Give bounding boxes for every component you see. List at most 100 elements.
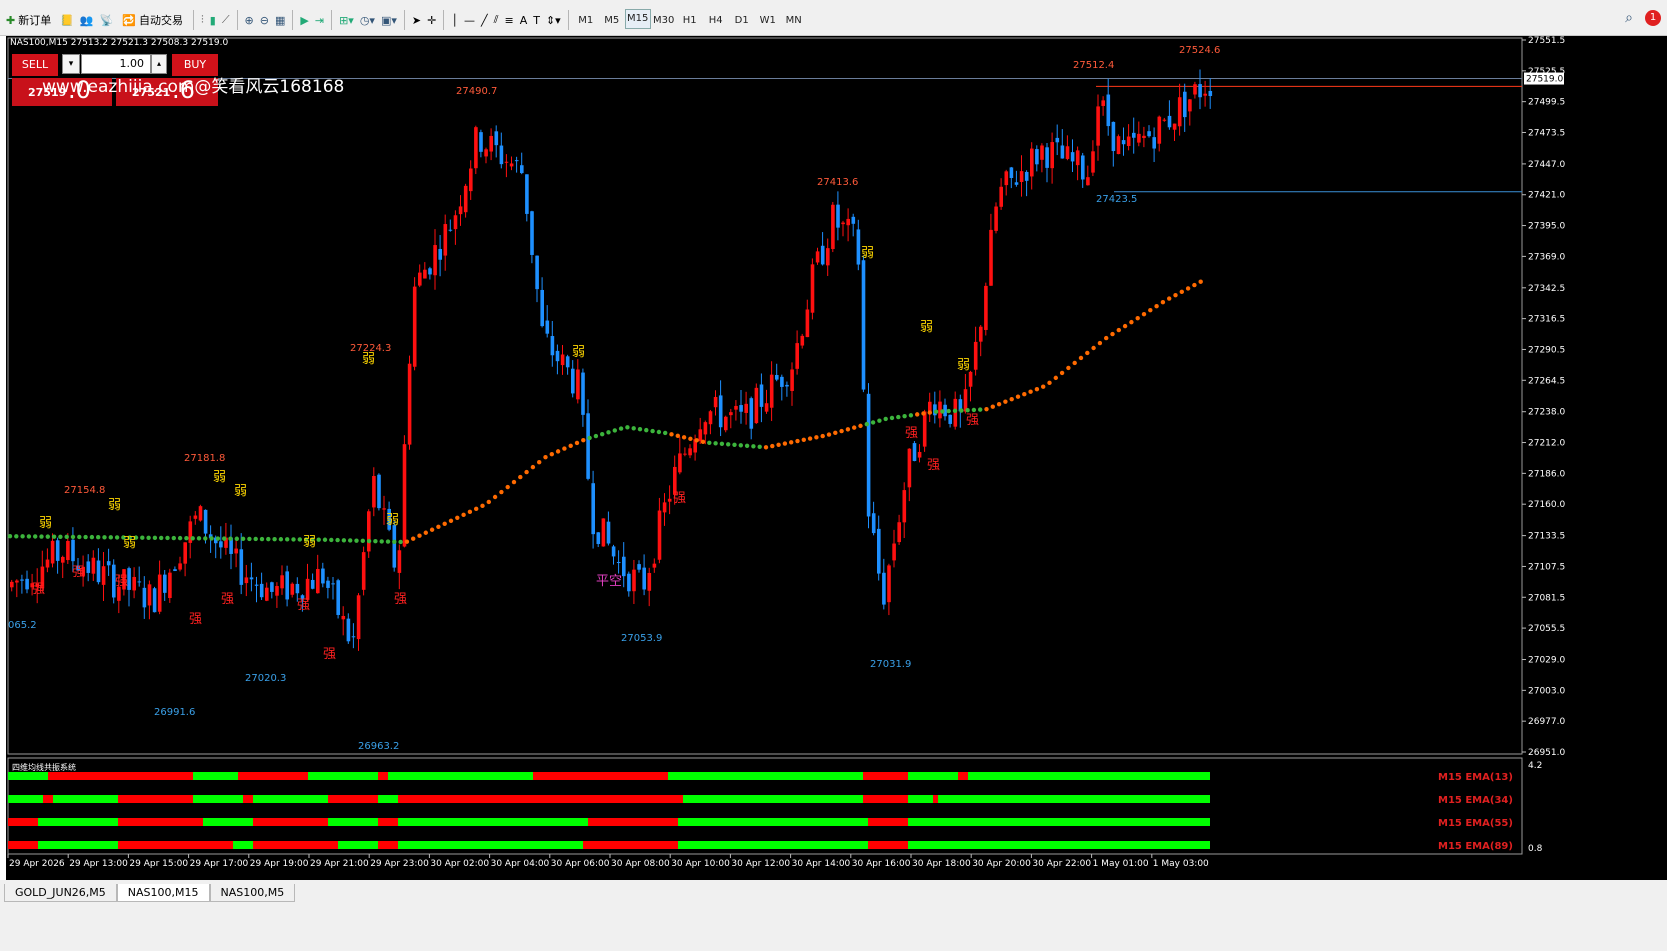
tab-nas100-m5[interactable]: NAS100,M5 — [209, 884, 296, 902]
time-tick-label: 30 Apr 06:00 — [551, 859, 610, 869]
tf-w1[interactable]: W1 — [755, 9, 781, 31]
zoom-in-icon[interactable]: ⊕ — [242, 9, 257, 31]
ema-dot — [184, 535, 189, 541]
tf-m15[interactable]: M15 — [624, 9, 651, 29]
tile-windows-icon[interactable]: ▦ — [272, 9, 288, 31]
candle-body — [397, 550, 402, 573]
tf-m30[interactable]: M30 — [651, 9, 677, 31]
fibonacci-icon[interactable]: ≡ — [501, 9, 516, 31]
candle-body — [647, 572, 652, 591]
bar-chart-icon[interactable]: ⫶ — [198, 9, 207, 31]
auto-trading-button[interactable]: 🔁 自动交易 — [116, 9, 189, 31]
notifications-icon[interactable]: 1 — [1645, 10, 1661, 26]
price-tick-label: 27003.0 — [1528, 686, 1565, 696]
lot-stepper-icon[interactable]: ▴ — [151, 54, 167, 74]
time-tick-label: 30 Apr 16:00 — [852, 859, 911, 869]
signals-icon[interactable]: 👥 — [77, 9, 97, 31]
tf-mn[interactable]: MN — [781, 9, 807, 31]
history-center-icon[interactable]: 📒 — [57, 9, 77, 31]
ema-dot — [902, 413, 907, 419]
candle-body — [469, 168, 473, 192]
candlestick-icon[interactable]: ▮ — [207, 9, 219, 31]
tab-gold-m5[interactable]: GOLD_JUN26,M5 — [4, 884, 117, 902]
tf-d1[interactable]: D1 — [729, 9, 755, 31]
chart-window[interactable]: 27154.8 27181.8 27224.3 27490.7 27413.6 27512… — [6, 36, 1667, 880]
tf-h4[interactable]: H4 — [703, 9, 729, 31]
horizontal-line-icon[interactable]: — — [461, 9, 478, 31]
weak-signal-label: 弱 — [303, 535, 316, 550]
candle-body — [45, 559, 50, 568]
channel-icon[interactable]: ⫽ — [491, 9, 502, 31]
tf-h1[interactable]: H1 — [677, 9, 703, 31]
ema-dot — [1122, 323, 1128, 329]
ema-dot — [203, 536, 208, 541]
time-tick-label: 30 Apr 02:00 — [430, 859, 489, 869]
ema-dot — [833, 430, 838, 436]
candle-body — [718, 395, 723, 428]
toolbar: ✚ 新订单 📒 👥 📡 🔁 自动交易 ⫶ ▮ ⟋ ⊕ ⊖ ▦ ▶ ⇥ ⊞▾ ◷▾ ▣… — [0, 0, 1667, 36]
ema-dot — [1047, 380, 1052, 386]
price-chart[interactable]: 27154.827181.827224.327490.727413.627512… — [6, 36, 1667, 880]
candle-body — [708, 411, 713, 425]
candle-body — [662, 502, 667, 513]
ema-dot — [461, 512, 466, 518]
new-order-button[interactable]: ✚ 新订单 — [0, 9, 57, 31]
chart-shift-icon[interactable]: ⇥ — [312, 9, 327, 31]
tab-nas100-m15[interactable]: NAS100,M15 — [116, 884, 210, 902]
candle-body — [1142, 135, 1146, 139]
arrows-icon[interactable]: ⇕▾ — [543, 9, 564, 31]
trendline-icon[interactable]: ╱ — [478, 9, 491, 31]
chart-tabs: GOLD_JUN26,M5 NAS100,M15 NAS100,M5 — [4, 884, 296, 902]
candle-body — [775, 374, 779, 380]
line-chart-icon[interactable]: ⟋ — [219, 9, 233, 31]
candle-body — [907, 448, 912, 488]
price-tick-label: 27316.5 — [1528, 315, 1565, 325]
ema-dot — [474, 506, 479, 512]
candle-body — [749, 398, 754, 429]
candle-body — [571, 368, 575, 394]
auto-scroll-icon[interactable]: ▶ — [297, 9, 311, 31]
price-tick-label: 26977.0 — [1528, 717, 1565, 727]
candle-body — [683, 453, 687, 455]
strong-signal-label: 强 — [115, 574, 128, 589]
candle-body — [989, 229, 993, 286]
indicator-segment — [338, 841, 378, 849]
ema-dot — [77, 534, 82, 540]
text-icon[interactable]: A — [517, 9, 531, 31]
indicator-segment — [118, 841, 233, 849]
search-icon[interactable]: ⌕ — [1625, 10, 1633, 26]
ema-dot — [1141, 311, 1147, 317]
ema-dot — [946, 408, 951, 414]
tf-m5[interactable]: M5 — [599, 9, 625, 31]
indicators-icon[interactable]: ⊞▾ — [336, 9, 357, 31]
templates-icon[interactable]: ▣▾ — [378, 9, 400, 31]
cursor-icon[interactable]: ➤ — [409, 9, 424, 31]
candle-body — [157, 574, 162, 612]
time-axis: 29 Apr 2026 29 Apr 13:00 29 Apr 15:00 29 Ap… — [7, 854, 1209, 869]
crosshair-icon[interactable]: ✛ — [424, 9, 439, 31]
candle-body — [137, 581, 142, 583]
candle-body — [270, 582, 274, 592]
candle-body — [392, 525, 397, 568]
candle-body — [769, 374, 774, 408]
ema-dot — [681, 435, 687, 440]
ema-dot — [852, 425, 857, 430]
market-icon[interactable]: 📡 — [97, 9, 117, 31]
auto-trading-label: 自动交易 — [139, 14, 184, 27]
vertical-line-icon[interactable]: │ — [448, 9, 461, 31]
low-price-label: 27020.3 — [245, 673, 286, 684]
tf-m1[interactable]: M1 — [573, 9, 599, 31]
candle-body — [356, 595, 361, 640]
indicator-segment — [328, 795, 378, 803]
candle-body — [484, 149, 488, 157]
periods-icon[interactable]: ◷▾ — [357, 9, 378, 31]
ema-dot — [196, 536, 202, 541]
candle-body — [290, 583, 295, 595]
price-tick-label: 27029.0 — [1528, 656, 1565, 666]
lot-dropdown-icon[interactable]: ▾ — [62, 54, 80, 74]
text-label-icon[interactable]: T — [530, 9, 543, 31]
lot-size-input[interactable]: 1.00 — [81, 54, 151, 74]
candle-body — [1106, 94, 1111, 127]
zoom-out-icon[interactable]: ⊖ — [257, 9, 272, 31]
ema-dot — [492, 494, 498, 500]
